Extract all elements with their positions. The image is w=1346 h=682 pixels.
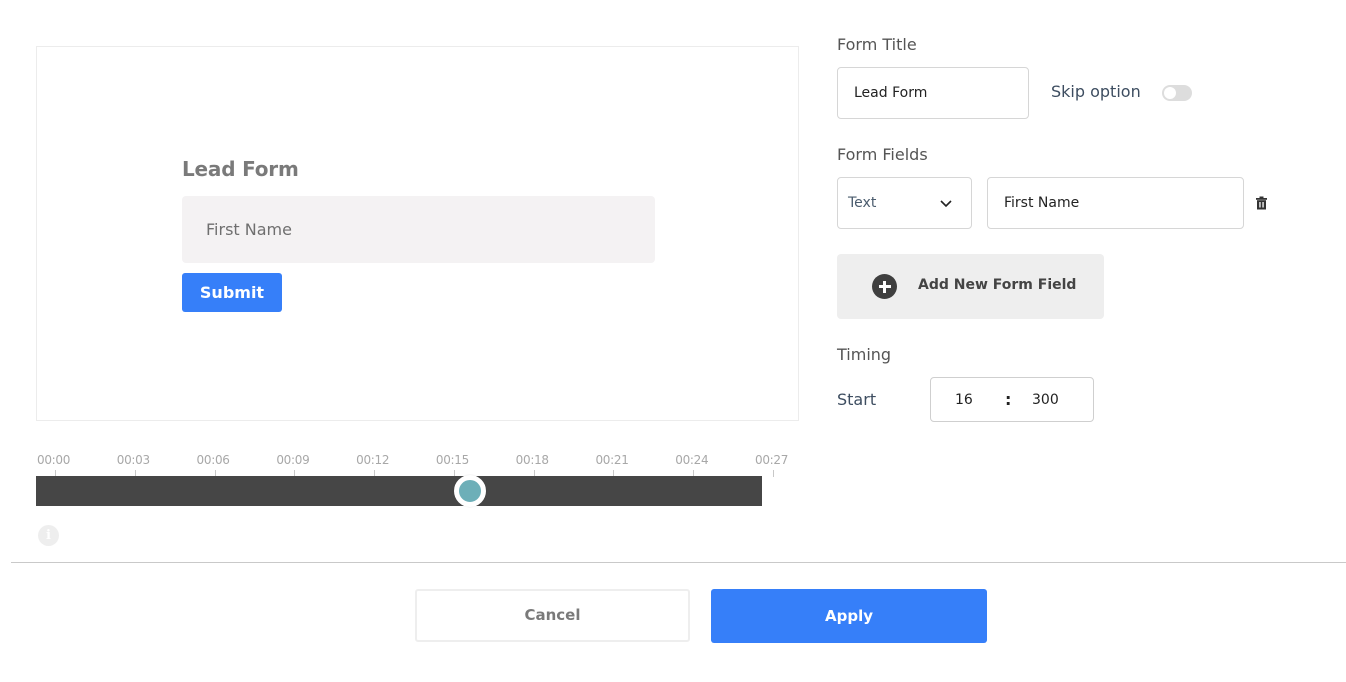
timeline-tick-label: 00:18 xyxy=(515,453,549,467)
start-label: Start xyxy=(837,390,877,409)
field-type-select[interactable]: Text xyxy=(837,177,972,229)
timeline-tick-label: 00:21 xyxy=(595,453,629,467)
timeline-tick-label: 00:00 xyxy=(37,453,71,467)
field-type-value: Text xyxy=(848,195,877,211)
timeline-tick-label: 00:06 xyxy=(196,453,230,467)
timeline-tick-label: 00:09 xyxy=(276,453,310,467)
field-name-value: First Name xyxy=(1004,195,1080,211)
footer-divider xyxy=(11,562,1346,563)
preview-submit-button: Submit xyxy=(182,273,282,312)
start-milliseconds-value[interactable]: 300 xyxy=(1032,392,1059,408)
apply-button[interactable]: Apply xyxy=(711,589,987,643)
plus-circle-icon xyxy=(872,274,897,299)
preview-first-name-field: First Name xyxy=(182,196,655,263)
form-title-label: Form Title xyxy=(837,35,917,54)
timeline-tick-label: 00:03 xyxy=(116,453,150,467)
time-separator: : xyxy=(1005,390,1012,409)
start-time-input[interactable]: 16 : 300 xyxy=(930,377,1094,422)
timeline-tick-label: 00:15 xyxy=(435,453,469,467)
timeline[interactable]: 00:27 00:24 00:21 00:18 00:15 00:12 00:09 00:06… xyxy=(36,450,788,510)
skip-option-toggle[interactable] xyxy=(1162,85,1192,101)
timing-label: Timing xyxy=(837,345,892,364)
trash-icon[interactable] xyxy=(1255,196,1268,210)
timeline-tick-mark xyxy=(773,470,775,477)
form-preview-panel: Lead Form First Name Submit xyxy=(36,46,799,421)
form-fields-label: Form Fields xyxy=(837,145,928,164)
timeline-track[interactable] xyxy=(36,476,762,506)
add-new-form-field-button[interactable]: Add New Form Field xyxy=(837,254,1104,319)
field-name-input[interactable]: First Name xyxy=(987,177,1244,229)
timeline-tick-label: 00:12 xyxy=(356,453,390,467)
start-seconds-value[interactable]: 16 xyxy=(955,392,973,408)
info-icon[interactable]: i xyxy=(38,525,59,546)
form-title-value: Lead Form xyxy=(854,85,928,101)
toggle-knob xyxy=(1164,87,1176,99)
timeline-tick-label: 00:27 xyxy=(755,453,789,467)
form-title-input[interactable]: Lead Form xyxy=(837,67,1029,119)
cancel-button[interactable]: Cancel xyxy=(415,589,690,642)
chevron-down-icon xyxy=(940,200,952,208)
skip-option-label: Skip option xyxy=(1051,82,1141,101)
add-new-form-field-label: Add New Form Field xyxy=(918,277,1077,293)
timeline-tick-label: 00:24 xyxy=(675,453,709,467)
preview-form-title: Lead Form xyxy=(182,157,299,181)
